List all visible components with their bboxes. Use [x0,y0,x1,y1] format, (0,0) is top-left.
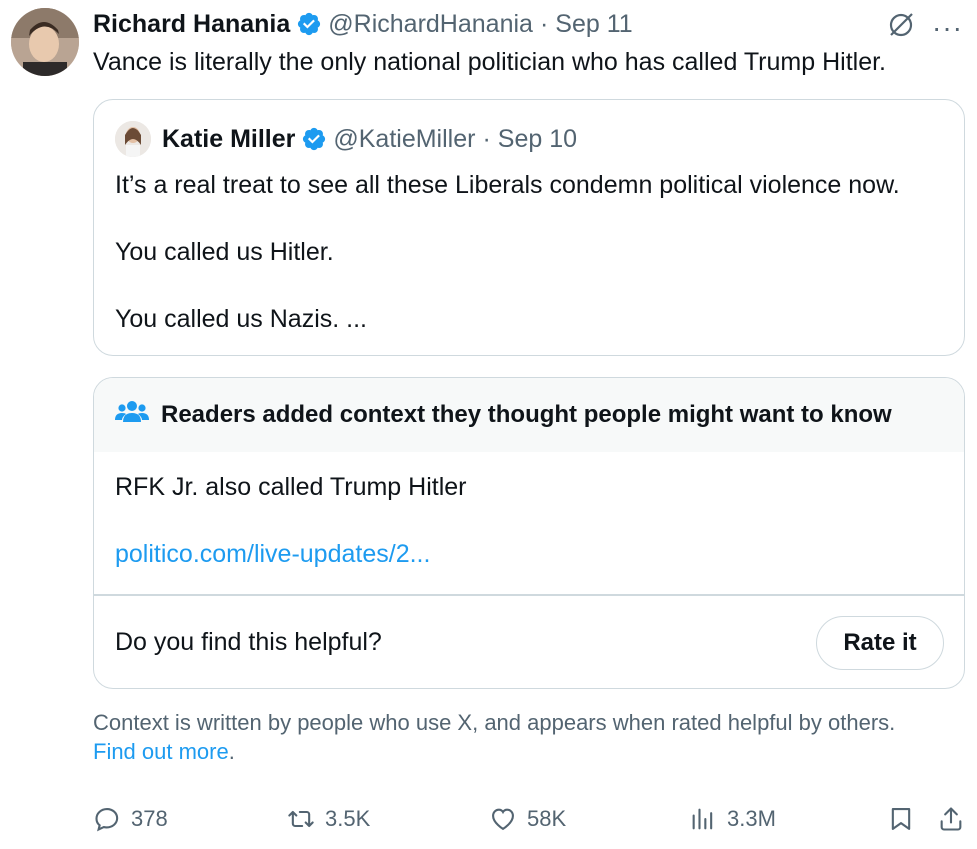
like-button[interactable]: 58K [489,805,566,833]
separator-dot: · [539,9,549,38]
action-bar: 378 3.5K 58K 3.3M [93,805,965,841]
verified-badge-icon [296,11,322,37]
verified-badge-icon [301,126,327,152]
more-icon[interactable]: ··· [932,13,963,42]
context-info: Context is written by people who use X, … [93,708,953,766]
share-button[interactable] [937,805,965,833]
people-icon [115,398,161,433]
community-note-title: Readers added context they thought peopl… [161,401,892,428]
context-info-suffix: . [228,739,235,764]
bookmark-button[interactable] [887,805,915,833]
like-count: 58K [527,806,567,831]
context-info-text: Context is written by people who use X, … [93,710,896,735]
view-count: 3.3M [727,806,776,831]
bookmark-icon [891,808,911,830]
quoted-header: Katie Miller @KatieMiller · Sep 10 [162,122,577,156]
grok-icon[interactable] [886,10,916,45]
quoted-tweet[interactable]: Katie Miller @KatieMiller · Sep 10 It’s … [93,99,965,356]
tweet-date[interactable]: Sep 11 [555,10,632,39]
tweet-top-actions: ··· [886,10,963,45]
tweet-header: Richard Hanania @RichardHanania · Sep 11 [93,8,633,40]
quoted-text: It’s a real treat to see all these Liber… [115,168,900,336]
repost-button[interactable]: 3.5K [287,805,370,833]
author-avatar[interactable] [11,8,79,76]
separator-dot: · [482,124,491,153]
share-icon [940,807,962,831]
quoted-author-name[interactable]: Katie Miller [162,125,295,154]
quoted-handle[interactable]: @KatieMiller [333,125,475,154]
community-note-body: RFK Jr. also called Trump Hitler [115,473,467,501]
quoted-date[interactable]: Sep 10 [498,125,577,154]
helpful-prompt: Do you find this helpful? [115,628,382,656]
views-button[interactable]: 3.3M [689,805,776,833]
community-note-link[interactable]: politico.com/live-updates/2... [115,540,430,569]
rate-it-button[interactable]: Rate it [816,616,944,670]
find-out-more-link[interactable]: Find out more [93,739,229,764]
views-icon [692,808,713,830]
quoted-text-line: It’s a real treat to see all these Liber… [115,171,900,199]
author-name[interactable]: Richard Hanania [93,10,290,39]
quoted-text-line: You called us Nazis. ... [115,305,367,333]
author-handle[interactable]: @RichardHanania [328,10,533,39]
community-note-header: Readers added context they thought peopl… [94,378,964,452]
community-note: Readers added context they thought peopl… [93,377,965,689]
reply-button[interactable]: 378 [93,805,168,833]
divider [94,594,964,596]
like-icon [492,808,514,831]
tweet-text: Vance is literally the only national pol… [93,48,886,76]
quoted-text-line: You called us Hitler. [115,238,334,266]
reply-count: 378 [131,806,168,831]
repost-icon [288,810,314,828]
reply-icon [95,808,119,832]
quoted-avatar[interactable] [115,121,151,157]
repost-count: 3.5K [325,806,371,831]
